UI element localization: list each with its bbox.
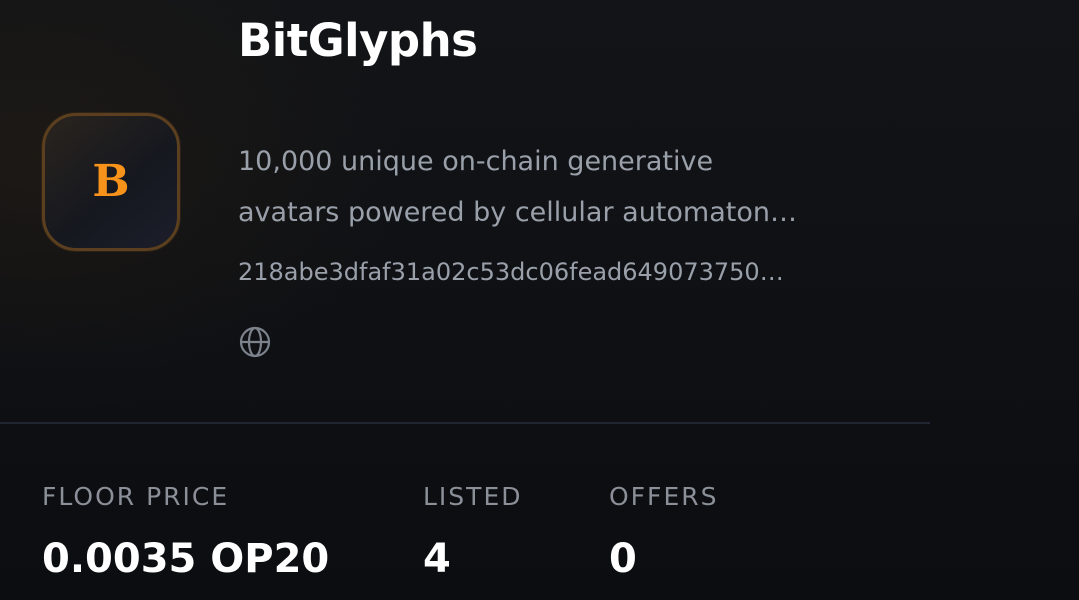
collection-header: BitGlyphs B 10,000 unique on-chain gener…: [0, 0, 1079, 600]
contract-address[interactable]: 218abe3dfaf31a02c53dc06fead649073750…: [238, 255, 784, 289]
website-link[interactable]: [238, 325, 272, 359]
stat-offers: OFFERS 0: [609, 480, 718, 585]
offers-value: 0: [609, 536, 637, 582]
floor-price-label: FLOOR PRICE: [42, 482, 230, 511]
globe-icon: [238, 325, 272, 359]
stat-floor-price: FLOOR PRICE 0.0035 OP20: [42, 480, 329, 585]
description-line: 10,000 unique on-chain generative: [238, 146, 714, 177]
collection-logo-letter: B: [92, 156, 130, 207]
description-line: avatars powered by cellular automaton…: [238, 197, 797, 228]
stat-listed: LISTED 4: [423, 480, 523, 585]
floor-price-value: 0.0035 OP20: [42, 536, 330, 582]
collection-description: 10,000 unique on-chain generative avatar…: [238, 136, 878, 238]
collection-logo: B: [42, 113, 180, 251]
listed-label: LISTED: [423, 482, 523, 511]
listed-value: 4: [423, 536, 451, 582]
collection-title: BitGlyphs: [238, 14, 478, 67]
offers-label: OFFERS: [609, 482, 719, 511]
section-divider: [0, 422, 930, 424]
